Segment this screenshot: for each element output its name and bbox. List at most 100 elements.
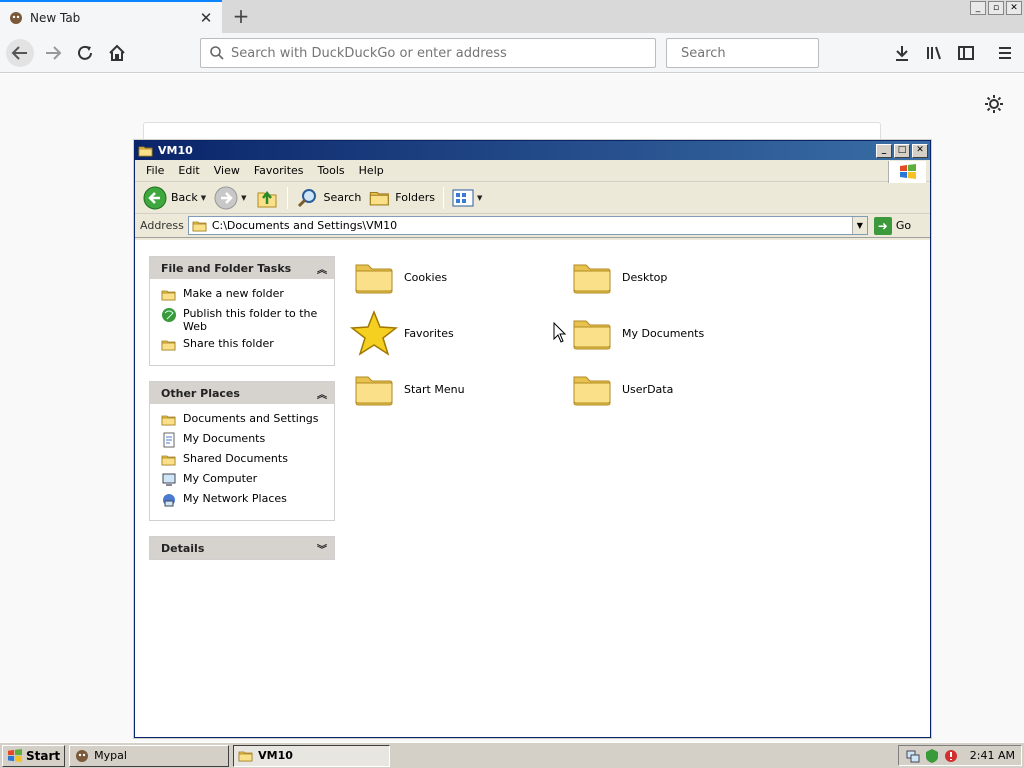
folder-icon	[350, 253, 398, 301]
go-arrow-icon: ➜	[873, 216, 892, 235]
taskbar-item-vm10[interactable]: VM10	[233, 744, 391, 767]
menu-edit[interactable]: Edit	[171, 164, 206, 177]
folders-button[interactable]: Folders	[365, 184, 439, 212]
panel-title: Other Places	[161, 386, 240, 400]
forward-arrow-icon	[214, 186, 238, 209]
url-input[interactable]	[231, 45, 655, 61]
address-bar: Address ▼ ➜ Go	[135, 214, 930, 238]
address-field[interactable]: ▼	[187, 216, 868, 235]
windows-logo-icon	[888, 161, 926, 183]
system-tray: 2:41 AM	[897, 745, 1022, 766]
forward-button[interactable]	[38, 38, 68, 68]
chevron-up-icon[interactable]: ︽	[314, 385, 330, 401]
list-item-my-documents[interactable]: My Documents	[568, 308, 768, 358]
home-icon	[109, 44, 125, 61]
task-share-folder[interactable]: Share this folder	[161, 337, 324, 353]
search-bar[interactable]	[666, 38, 851, 68]
chevron-down-icon[interactable]: ▼	[241, 194, 246, 202]
network-tray-icon[interactable]	[905, 748, 921, 764]
place-documents-and-settings[interactable]: Documents and Settings	[161, 412, 324, 428]
clock: 2:41 AM	[969, 749, 1015, 762]
list-item-favorites[interactable]: Favorites	[350, 308, 550, 358]
task-publish-web[interactable]: Publish this folder to the Web	[161, 307, 324, 333]
menu-favorites[interactable]: Favorites	[247, 164, 311, 177]
explorer-window: VM10 _ □ ✕ File Edit View Favorites Tool…	[134, 140, 931, 738]
panel-title: Details	[161, 541, 205, 555]
up-folder-button[interactable]	[251, 184, 283, 212]
search-button[interactable]: Search	[292, 184, 366, 212]
taskbar-item-mypal[interactable]: Mypal	[69, 744, 230, 767]
place-my-computer[interactable]: My Computer	[161, 472, 324, 488]
documents-icon	[161, 432, 177, 448]
forward-button[interactable]: ▼	[210, 184, 250, 212]
library-button[interactable]	[919, 38, 949, 68]
folder-icon	[568, 253, 616, 301]
panel-header[interactable]: File and Folder Tasks ︽	[150, 257, 334, 279]
task-make-new-folder[interactable]: Make a new folder	[161, 287, 324, 303]
task-pane: File and Folder Tasks ︽ Make a new folde…	[149, 256, 335, 575]
folder-icon	[138, 143, 154, 159]
folders-label: Folders	[395, 191, 436, 204]
url-bar[interactable]	[200, 38, 656, 68]
task-label: VM10	[258, 749, 293, 762]
gear-icon[interactable]	[984, 94, 1004, 114]
menu-view[interactable]: View	[207, 164, 247, 177]
list-item-userdata[interactable]: UserData	[568, 364, 768, 414]
explorer-close-button[interactable]: ✕	[912, 143, 928, 158]
chevron-down-icon[interactable]: ▼	[201, 194, 206, 202]
folder-icon	[161, 412, 177, 428]
explorer-maximize-button[interactable]: □	[894, 143, 910, 158]
explorer-title-bar[interactable]: VM10 _ □ ✕	[135, 141, 930, 160]
minimize-button[interactable]: _	[970, 1, 986, 15]
item-label: My Documents	[622, 326, 705, 340]
menu-help[interactable]: Help	[352, 164, 391, 177]
task-label: Share this folder	[183, 337, 274, 350]
views-button[interactable]: ▼	[448, 184, 486, 212]
alert-tray-icon[interactable]	[943, 748, 959, 764]
download-icon	[896, 46, 908, 61]
restore-button[interactable]: ▫	[988, 1, 1004, 15]
browser-tab[interactable]: New Tab ✕	[0, 0, 222, 33]
menu-tools[interactable]: Tools	[311, 164, 352, 177]
explorer-minimize-button[interactable]: _	[876, 143, 892, 158]
address-dropdown-button[interactable]: ▼	[851, 217, 867, 234]
explorer-toolbar: Back ▼ ▼ Search Folders ▼	[135, 182, 930, 214]
panel-title: File and Folder Tasks	[161, 261, 292, 275]
panel-header[interactable]: Other Places ︽	[150, 382, 334, 404]
menu-button[interactable]	[990, 38, 1020, 68]
chevron-down-icon[interactable]: ︾	[314, 540, 330, 556]
other-places-panel: Other Places ︽ Documents and Settings My…	[149, 381, 335, 521]
item-label: Cookies	[404, 270, 448, 284]
reload-button[interactable]	[70, 38, 100, 68]
file-folder-tasks-panel: File and Folder Tasks ︽ Make a new folde…	[149, 256, 335, 366]
new-tab-button[interactable]: +	[228, 4, 254, 28]
chevron-up-icon[interactable]: ︽	[314, 260, 330, 276]
browser-tab-title: New Tab	[30, 10, 81, 25]
back-button[interactable]	[5, 38, 35, 68]
start-button[interactable]: Start	[2, 744, 66, 767]
sidebar-button[interactable]	[951, 38, 981, 68]
home-button[interactable]	[102, 38, 132, 68]
list-item-cookies[interactable]: Cookies	[350, 252, 550, 302]
reload-icon	[78, 45, 92, 60]
place-my-network-places[interactable]: My Network Places	[161, 492, 324, 508]
close-tab-icon[interactable]: ✕	[196, 8, 216, 28]
back-button[interactable]: Back ▼	[139, 184, 210, 212]
search-input[interactable]	[681, 45, 851, 61]
network-icon	[161, 492, 177, 508]
menu-file[interactable]: File	[139, 164, 171, 177]
list-item-start-menu[interactable]: Start Menu	[350, 364, 550, 414]
close-button[interactable]: ✕	[1006, 1, 1022, 15]
list-item-desktop[interactable]: Desktop	[568, 252, 768, 302]
place-my-documents[interactable]: My Documents	[161, 432, 324, 448]
toolbar-separator	[286, 186, 288, 209]
downloads-button[interactable]	[887, 38, 917, 68]
item-label: UserData	[622, 382, 674, 396]
search-icon	[297, 188, 316, 207]
place-shared-documents[interactable]: Shared Documents	[161, 452, 324, 468]
go-button[interactable]: ➜ Go	[873, 216, 911, 235]
panel-header[interactable]: Details ︾	[150, 537, 334, 559]
hamburger-menu-icon	[999, 47, 1011, 59]
address-input[interactable]	[211, 219, 852, 232]
security-tray-icon[interactable]	[924, 748, 940, 764]
